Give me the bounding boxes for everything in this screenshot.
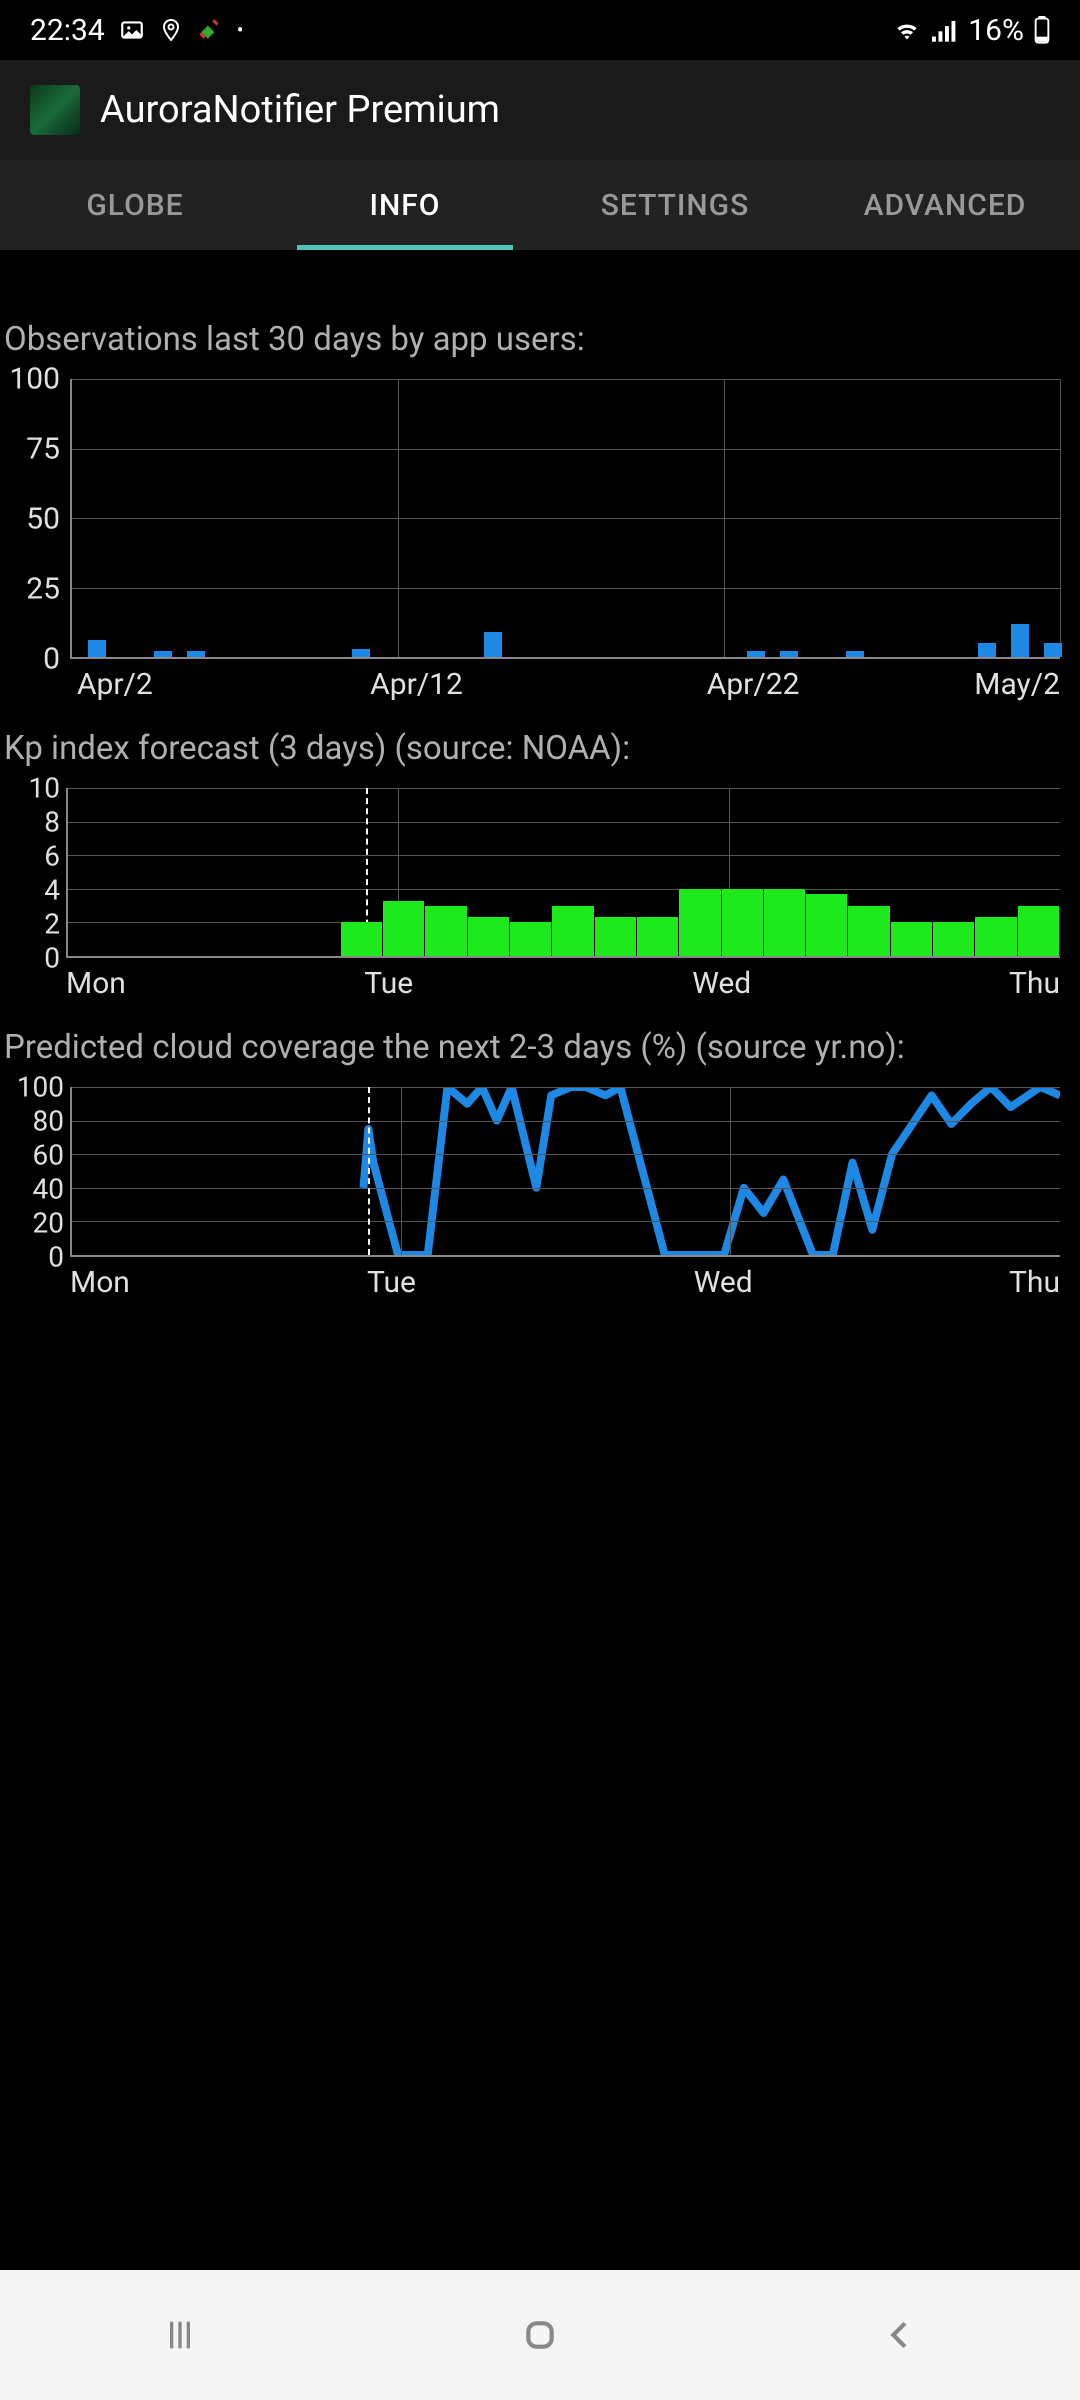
- now-line: [368, 1087, 370, 1255]
- xtick: Wed: [694, 1257, 753, 1300]
- kp-chart: 0246810MonTueWedThu: [0, 788, 1080, 1028]
- ytick: 4: [44, 874, 66, 907]
- status-time: 22:34: [30, 13, 105, 48]
- xtick: Thu: [1009, 1257, 1060, 1300]
- ytick: 80: [33, 1105, 70, 1138]
- tab-advanced[interactable]: ADVANCED: [810, 160, 1080, 250]
- kp-bar: [383, 901, 425, 956]
- ytick: 50: [26, 502, 70, 537]
- satellite-icon: [197, 17, 223, 43]
- ytick: 100: [17, 1071, 70, 1104]
- xtick: Apr/2: [77, 659, 153, 702]
- kp-bar: [975, 917, 1017, 956]
- cloud-title: Predicted cloud coverage the next 2-3 da…: [0, 1028, 1080, 1087]
- kp-bar: [1018, 906, 1060, 956]
- kp-bar: [552, 906, 594, 956]
- kp-bar: [933, 922, 975, 956]
- xtick: Apr/22: [707, 659, 800, 702]
- cloud-chart: 020406080100MonTueWedThu: [0, 1087, 1080, 1327]
- kp-bar: [764, 889, 806, 956]
- xtick: May/2: [974, 659, 1060, 702]
- kp-bar: [637, 917, 679, 956]
- ytick: 75: [26, 432, 70, 467]
- dot-icon: •: [237, 18, 244, 42]
- recents-button[interactable]: [150, 2305, 210, 2365]
- xtick: Wed: [692, 958, 751, 1001]
- ytick: 100: [9, 362, 70, 397]
- wifi-icon: [892, 18, 922, 42]
- ytick: 25: [26, 572, 70, 607]
- obs-bar: [978, 643, 996, 657]
- xtick: Mon: [70, 1257, 130, 1300]
- ytick: 2: [44, 908, 66, 941]
- kp-bar: [425, 906, 467, 956]
- kp-bar: [806, 894, 848, 956]
- obs-bar: [1044, 643, 1062, 657]
- ytick: 0: [48, 1241, 70, 1274]
- battery-pct: 16%: [968, 13, 1024, 48]
- location-icon: [159, 18, 183, 42]
- app-icon: [30, 85, 80, 135]
- obs-bar: [747, 651, 765, 657]
- kp-title: Kp index forecast (3 days) (source: NOAA…: [0, 729, 1080, 788]
- picture-icon: [119, 17, 145, 43]
- ytick: 0: [43, 642, 70, 677]
- obs-bar: [154, 651, 172, 657]
- tab-bar: GLOBE INFO SETTINGS ADVANCED: [0, 160, 1080, 250]
- app-bar: AuroraNotifier Premium: [0, 60, 1080, 160]
- xtick: Mon: [66, 958, 126, 1001]
- xtick: Tue: [367, 1257, 416, 1300]
- obs-bar: [780, 651, 798, 657]
- status-bar: 22:34 • 16%: [0, 0, 1080, 60]
- kp-bar: [510, 922, 552, 956]
- tab-globe[interactable]: GLOBE: [0, 160, 270, 250]
- back-button[interactable]: [870, 2305, 930, 2365]
- xtick: Apr/12: [370, 659, 463, 702]
- ytick: 0: [44, 942, 66, 975]
- obs-bar: [484, 632, 502, 657]
- xtick: Thu: [1009, 958, 1060, 1001]
- ytick: 8: [44, 806, 66, 839]
- kp-bar: [891, 922, 933, 956]
- status-left: 22:34 •: [30, 13, 243, 48]
- obs-bar: [846, 651, 864, 657]
- ytick: 6: [44, 840, 66, 873]
- ytick: 60: [33, 1139, 70, 1172]
- observations-chart: 0255075100Apr/2Apr/12Apr/22May/2: [0, 379, 1080, 729]
- observations-title: Observations last 30 days by app users:: [0, 320, 1080, 379]
- home-button[interactable]: [510, 2305, 570, 2365]
- tab-info[interactable]: INFO: [270, 160, 540, 250]
- status-right: 16%: [892, 13, 1050, 48]
- obs-bar: [187, 651, 205, 657]
- obs-bar: [88, 640, 106, 657]
- ytick: 10: [29, 772, 66, 805]
- xtick: Tue: [364, 958, 413, 1001]
- kp-bar: [722, 889, 764, 956]
- obs-bar: [352, 649, 370, 657]
- kp-bar: [595, 917, 637, 956]
- ytick: 20: [33, 1207, 70, 1240]
- kp-bar: [341, 922, 383, 956]
- signal-icon: [932, 18, 958, 42]
- kp-bar: [679, 889, 721, 956]
- system-nav-bar: [0, 2270, 1080, 2400]
- app-title: AuroraNotifier Premium: [100, 88, 500, 132]
- tab-settings[interactable]: SETTINGS: [540, 160, 810, 250]
- kp-bar: [848, 906, 890, 956]
- kp-bar: [468, 917, 510, 956]
- obs-bar: [1011, 624, 1029, 657]
- battery-icon: [1034, 16, 1050, 44]
- ytick: 40: [33, 1173, 70, 1206]
- content: Observations last 30 days by app users: …: [0, 250, 1080, 1327]
